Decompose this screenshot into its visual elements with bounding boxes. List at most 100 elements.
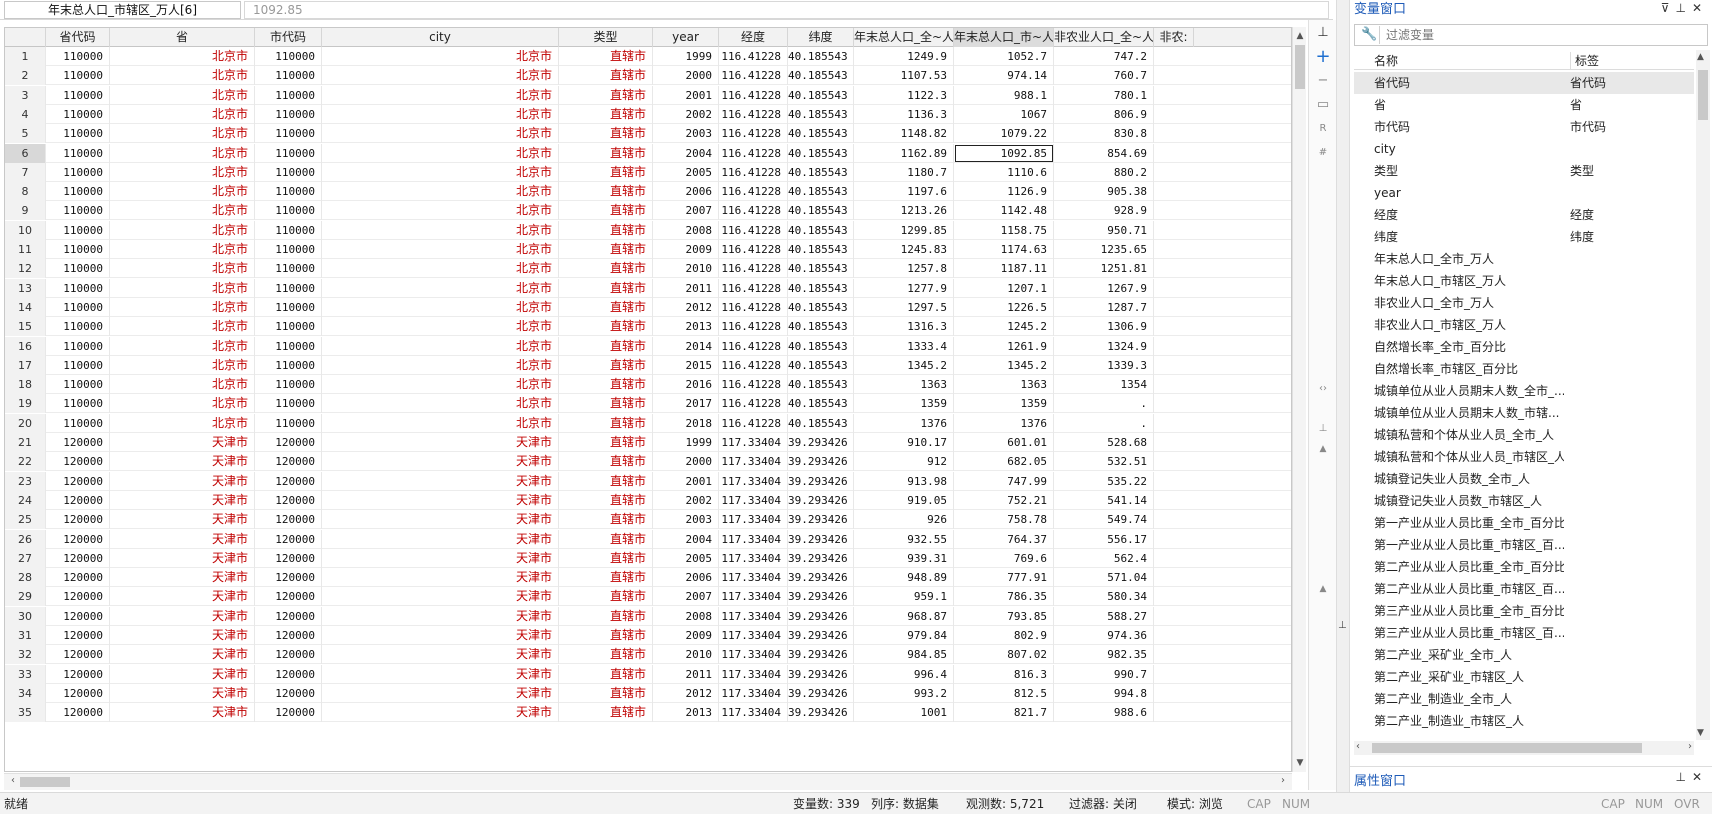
table-cell[interactable]: 天津市 [322, 703, 559, 723]
table-cell[interactable]: 110000 [46, 124, 110, 144]
variables-vertical-scrollbar[interactable]: ▲ ▼ [1696, 50, 1710, 740]
table-cell[interactable]: 769.6 [954, 548, 1054, 568]
table-cell[interactable]: 110000 [255, 394, 322, 414]
table-cell[interactable]: 北京市 [110, 375, 255, 395]
table-cell[interactable]: 1359 [954, 394, 1054, 414]
table-cell[interactable]: 2010 [653, 259, 719, 279]
table-cell[interactable]: 北京市 [322, 201, 559, 221]
variable-list-item[interactable]: 经度 经度 [1354, 204, 1694, 226]
table-cell[interactable]: 2002 [653, 490, 719, 510]
table-cell[interactable]: 120000 [255, 664, 322, 684]
table-cell[interactable]: 110000 [46, 297, 110, 317]
table-cell[interactable]: 1079.22 [954, 124, 1054, 144]
table-cell[interactable]: 直辖市 [559, 683, 653, 703]
variable-list-item[interactable]: 城镇私营和个体从业人员_全市_人 [1354, 424, 1694, 446]
table-cell[interactable]: 1297.5 [854, 297, 954, 317]
table-cell[interactable]: 天津市 [322, 645, 559, 665]
table-cell[interactable]: 天津市 [110, 626, 255, 645]
data-grid[interactable]: 省代码省市代码 city 类型 year 经度 纬度 年末总人口_全~人 年末总人口_市~人非… [4, 27, 1292, 772]
table-cell[interactable]: 1142.48 [954, 201, 1054, 221]
variable-list-item[interactable]: 非农业人口_全市_万人 [1354, 292, 1694, 314]
grid-corner[interactable] [5, 28, 46, 47]
column-header[interactable]: 纬度 [788, 28, 854, 47]
table-cell[interactable]: 天津市 [322, 548, 559, 568]
table-cell[interactable]: 天津市 [322, 452, 559, 472]
variable-list-item[interactable]: year [1354, 182, 1694, 204]
table-cell[interactable]: 1052.7 [954, 47, 1054, 66]
row-number[interactable]: 11 [5, 240, 46, 259]
table-cell[interactable]: 直辖市 [559, 645, 653, 665]
table-cell[interactable]: 40.185543 [788, 47, 854, 66]
filter-variables-input[interactable] [1379, 26, 1705, 44]
table-cell[interactable]: 110000 [46, 66, 110, 86]
table-cell[interactable]: 116.41228 [719, 182, 788, 202]
row-number[interactable]: 33 [5, 664, 46, 684]
pin-icon[interactable]: ⊥ [1314, 24, 1332, 42]
variable-list-item[interactable]: 第三产业从业人员比重_市辖区_百... [1354, 622, 1694, 644]
table-cell[interactable]: 直辖市 [559, 606, 653, 626]
table-cell[interactable]: 990.7 [1054, 664, 1154, 684]
variable-list-item[interactable]: 类型 类型 [1354, 160, 1694, 182]
current-variable-box[interactable]: 年末总人口_市辖区_万人[6] [4, 1, 241, 19]
table-cell[interactable]: 116.41228 [719, 413, 788, 433]
table-cell[interactable]: 40.185543 [788, 162, 854, 182]
variable-list-item[interactable]: city [1354, 138, 1694, 160]
variable-list-item[interactable]: 城镇单位从业人员期末人数_全市_... [1354, 380, 1694, 402]
scroll-left-icon[interactable]: ‹ [1356, 741, 1360, 752]
table-cell[interactable]: 120000 [46, 490, 110, 510]
table-cell[interactable]: 天津市 [110, 490, 255, 510]
label-column-header[interactable]: 标签 [1570, 52, 1599, 69]
variable-list-item[interactable]: 第二产业_采矿业_市辖区_人 [1354, 666, 1694, 688]
row-number[interactable]: 19 [5, 394, 46, 414]
table-cell[interactable]: 110000 [255, 220, 322, 240]
table-cell[interactable]: 北京市 [322, 85, 559, 105]
row-number[interactable]: 4 [5, 104, 46, 124]
table-cell[interactable]: 120000 [255, 626, 322, 645]
variable-list-item[interactable]: 自然增长率_全市_百分比 [1354, 336, 1694, 358]
table-row[interactable]: 4 110000 北京市 110000 北京市 直辖市 2002 116.41228 40.18… [5, 104, 1291, 124]
table-cell[interactable]: 110000 [46, 104, 110, 124]
row-number[interactable]: 3 [5, 85, 46, 105]
table-cell[interactable]: 北京市 [110, 162, 255, 182]
table-cell[interactable]: 1162.89 [854, 143, 954, 163]
variables-horizontal-scrollbar[interactable]: ‹ › [1354, 741, 1694, 755]
table-cell[interactable]: 120000 [255, 452, 322, 472]
variable-list-item[interactable]: 市代码 市代码 [1354, 116, 1694, 138]
table-cell[interactable]: 北京市 [110, 220, 255, 240]
table-cell[interactable]: 天津市 [110, 703, 255, 723]
variable-list-item[interactable]: 第三产业从业人员比重_全市_百分比 [1354, 600, 1694, 622]
variable-list-item[interactable]: 省代码 省代码 [1354, 72, 1694, 94]
table-cell[interactable]: 北京市 [110, 336, 255, 356]
table-cell[interactable]: 1339.3 [1054, 355, 1154, 375]
table-cell[interactable]: 天津市 [110, 645, 255, 665]
table-cell[interactable]: 110000 [46, 220, 110, 240]
table-cell[interactable]: 120000 [46, 664, 110, 684]
column-header[interactable]: 省代码 [46, 28, 110, 47]
table-cell[interactable]: 752.21 [954, 490, 1054, 510]
row-number[interactable]: 28 [5, 568, 46, 588]
table-cell[interactable]: 直辖市 [559, 375, 653, 395]
table-cell[interactable]: . [1054, 413, 1154, 433]
table-cell[interactable]: 117.33404 [719, 452, 788, 472]
table-cell[interactable]: 北京市 [110, 47, 255, 66]
table-cell[interactable]: 直辖市 [559, 85, 653, 105]
variable-list-item[interactable]: 年末总人口_全市_万人 [1354, 248, 1694, 270]
scroll-thumb[interactable] [1295, 45, 1305, 89]
table-cell[interactable]: 120000 [255, 471, 322, 491]
table-cell[interactable]: 116.41228 [719, 336, 788, 356]
table-cell[interactable]: 直辖市 [559, 413, 653, 433]
row-number[interactable]: 23 [5, 471, 46, 491]
table-cell[interactable]: 2017 [653, 394, 719, 414]
table-cell[interactable]: 528.68 [1054, 433, 1154, 452]
table-cell[interactable]: 110000 [255, 66, 322, 86]
table-row[interactable]: 11 110000 北京市 110000 北京市 直辖市 2009 116.41228 40.1… [5, 240, 1291, 259]
table-cell[interactable]: 116.41228 [719, 278, 788, 298]
scroll-up-icon[interactable]: ▲ [1697, 52, 1704, 62]
row-number[interactable]: 21 [5, 433, 46, 452]
table-cell[interactable]: 910.17 [854, 433, 954, 452]
table-cell[interactable]: 1251.81 [1054, 259, 1154, 279]
table-cell[interactable]: 直辖市 [559, 143, 653, 163]
table-cell[interactable]: 40.185543 [788, 240, 854, 259]
table-cell[interactable]: 1376 [854, 413, 954, 433]
table-cell[interactable]: 直辖市 [559, 471, 653, 491]
